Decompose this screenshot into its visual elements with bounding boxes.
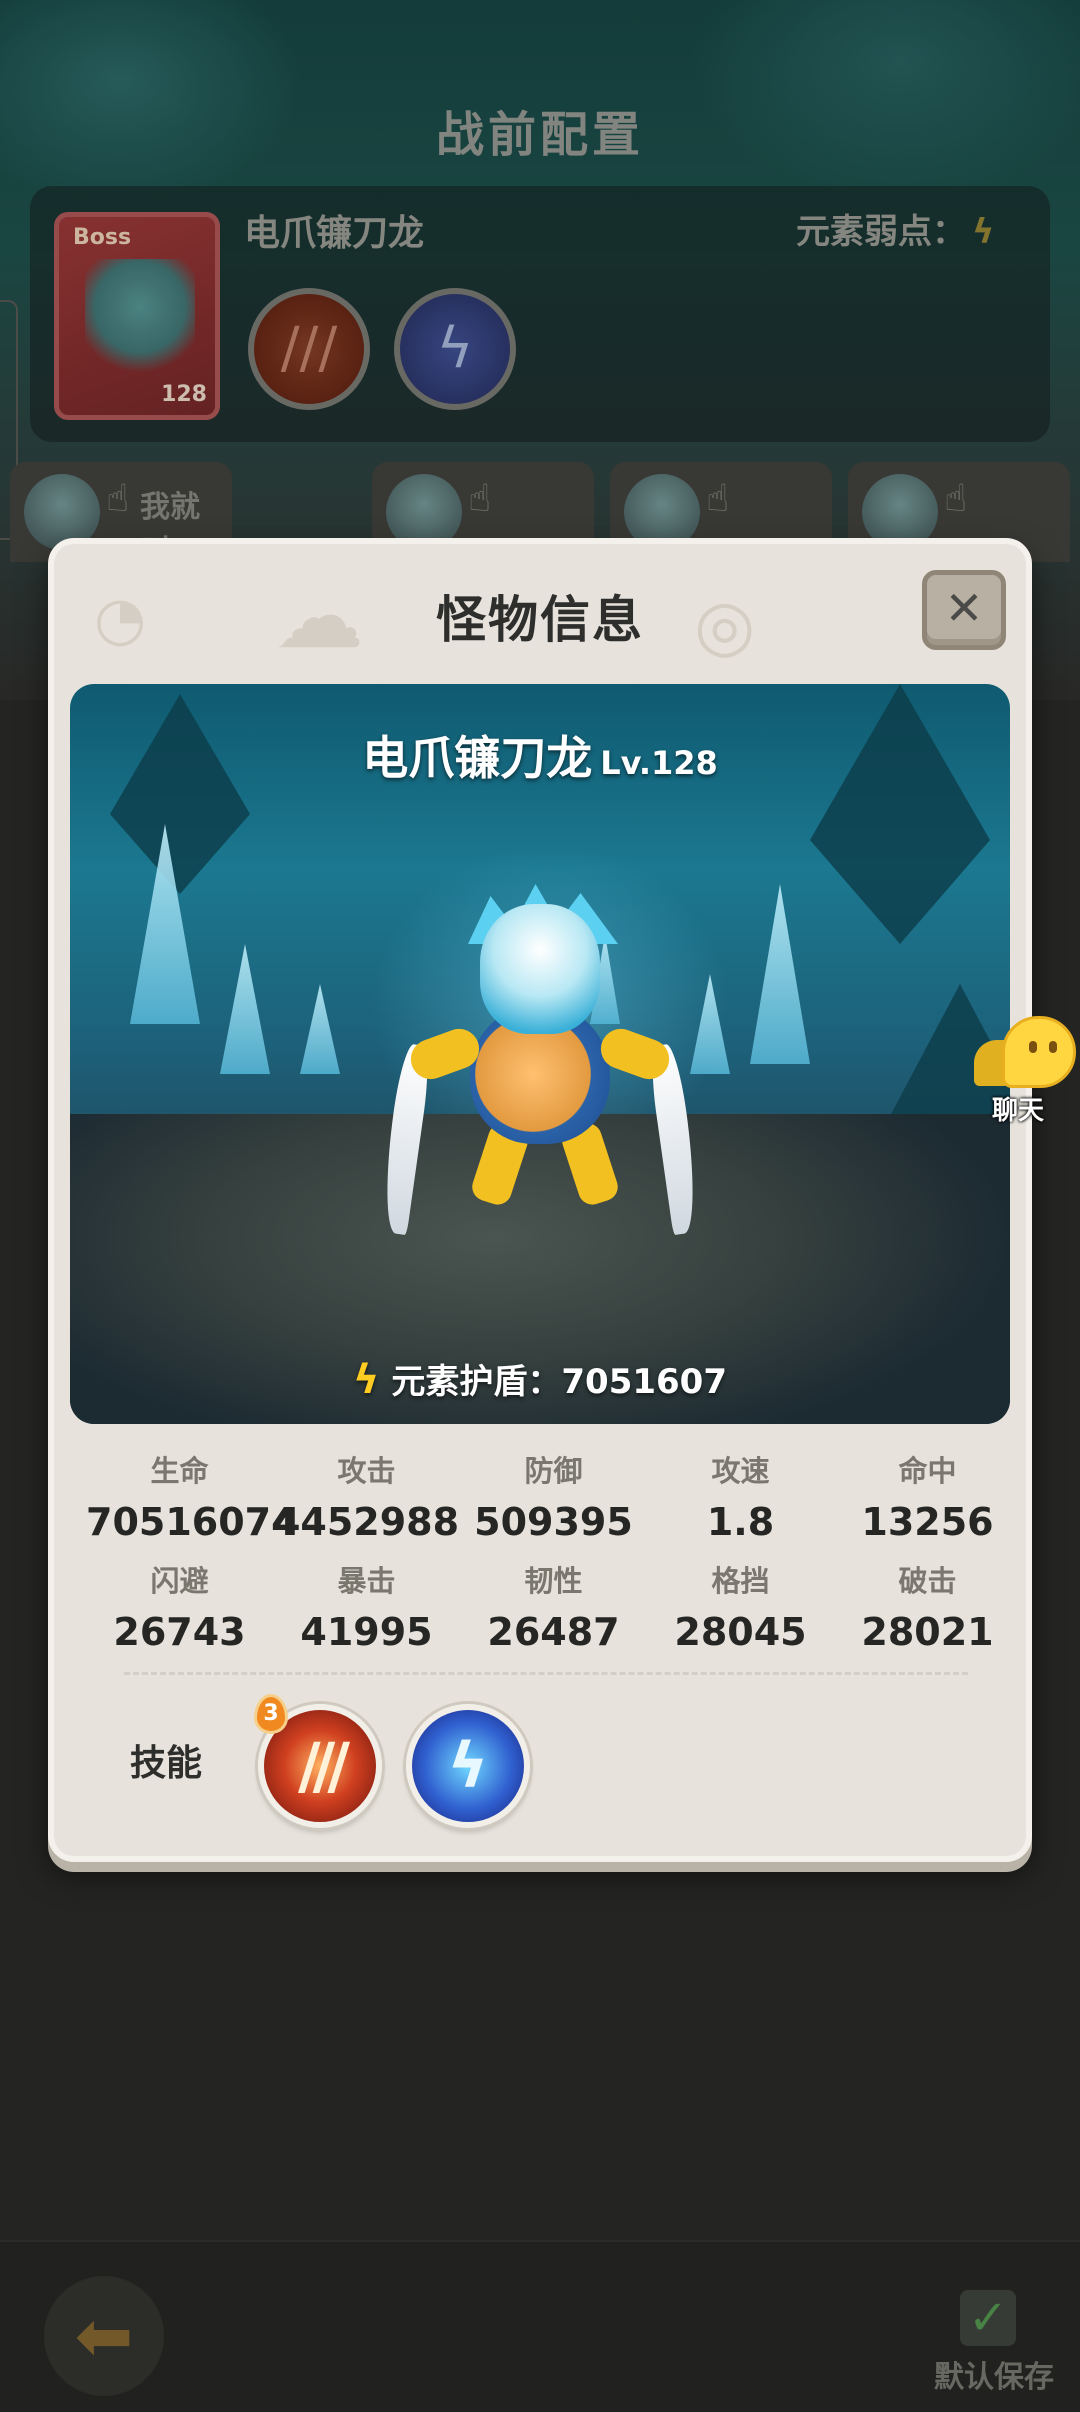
stat-value: 28045 bbox=[674, 1610, 807, 1654]
stat-value: 4452988 bbox=[273, 1500, 460, 1544]
chat-face-eye bbox=[1049, 1041, 1057, 1053]
stat-value: 13256 bbox=[861, 1500, 994, 1544]
stat-attack: 攻击 4452988 bbox=[273, 1444, 460, 1548]
stat-value: 41995 bbox=[300, 1610, 433, 1654]
stat-label: 攻速 bbox=[711, 1454, 770, 1488]
stat-label: 格挡 bbox=[711, 1564, 770, 1598]
monster-name: 电爪镰刀龙 bbox=[362, 731, 593, 785]
skill-lightning[interactable]: ϟ bbox=[406, 1704, 530, 1828]
stat-value: 509395 bbox=[474, 1500, 633, 1544]
stat-label: 生命 bbox=[150, 1454, 209, 1488]
close-icon: ✕ bbox=[944, 581, 984, 635]
stat-label: 命中 bbox=[898, 1454, 957, 1488]
scene-crystal bbox=[750, 884, 810, 1064]
skill-level-badge: 3 bbox=[254, 1694, 288, 1734]
stat-label: 韧性 bbox=[524, 1564, 583, 1598]
stat-value: 26487 bbox=[487, 1610, 620, 1654]
stat-label: 攻击 bbox=[337, 1454, 396, 1488]
close-button[interactable]: ✕ bbox=[922, 570, 1006, 650]
lightning-icon: ϟ bbox=[447, 1729, 489, 1802]
stat-block: 格挡 28045 bbox=[647, 1554, 834, 1658]
stat-pierce: 破击 28021 bbox=[834, 1554, 1021, 1658]
lightning-icon: ϟ bbox=[353, 1357, 380, 1403]
stat-toughness: 韧性 26487 bbox=[460, 1554, 647, 1658]
stats-grid: 生命 70516074 攻击 4452988 防御 509395 攻速 1.8 命中 13… bbox=[86, 1444, 1022, 1658]
chat-face-eye bbox=[1029, 1041, 1037, 1053]
stat-attack-speed: 攻速 1.8 bbox=[647, 1444, 834, 1548]
element-shield-text: 元素护盾：7051607 bbox=[391, 1362, 727, 1402]
element-shield: ϟ 元素护盾：7051607 bbox=[70, 1354, 1010, 1403]
stat-label: 暴击 bbox=[337, 1564, 396, 1598]
chat-label: 聊天 bbox=[992, 1096, 1045, 1126]
skills-label: 技能 bbox=[130, 1743, 203, 1784]
stat-accuracy: 命中 13256 bbox=[834, 1444, 1021, 1548]
monster-head bbox=[480, 904, 600, 1034]
scene-crystal bbox=[300, 984, 340, 1074]
stat-hp: 生命 70516074 bbox=[86, 1444, 298, 1548]
scene-crystal bbox=[220, 944, 270, 1074]
divider bbox=[124, 1672, 968, 1675]
stat-value: 70516074 bbox=[86, 1500, 298, 1544]
stat-label: 破击 bbox=[898, 1564, 957, 1598]
stat-value: 28021 bbox=[861, 1610, 994, 1654]
stat-dodge: 闪避 26743 bbox=[86, 1554, 273, 1658]
monster-scene: 电爪镰刀龙 Lv.128 ϟ 元素护盾：7051607 bbox=[70, 684, 1010, 1424]
monster-level: Lv.128 bbox=[600, 744, 718, 782]
chat-face-icon bbox=[1002, 1016, 1076, 1088]
stat-value: 26743 bbox=[113, 1610, 246, 1654]
stat-defense: 防御 509395 bbox=[460, 1444, 647, 1548]
chat-button[interactable]: 聊天 bbox=[972, 1014, 1080, 1126]
monster-model bbox=[360, 884, 720, 1264]
stat-value: 1.8 bbox=[706, 1500, 775, 1544]
monster-title: 电爪镰刀龙 Lv.128 bbox=[70, 722, 1010, 788]
stat-crit: 暴击 41995 bbox=[273, 1554, 460, 1658]
stat-label: 闪避 bbox=[150, 1564, 209, 1598]
monster-info-modal: ◔ ☁ ◎ 怪物信息 ✕ 电爪镰刀龙 Lv.128 ϟ 元素护盾：7051607… bbox=[48, 538, 1032, 1862]
modal-title: 怪物信息 bbox=[436, 591, 644, 649]
stat-label: 防御 bbox=[524, 1454, 583, 1488]
